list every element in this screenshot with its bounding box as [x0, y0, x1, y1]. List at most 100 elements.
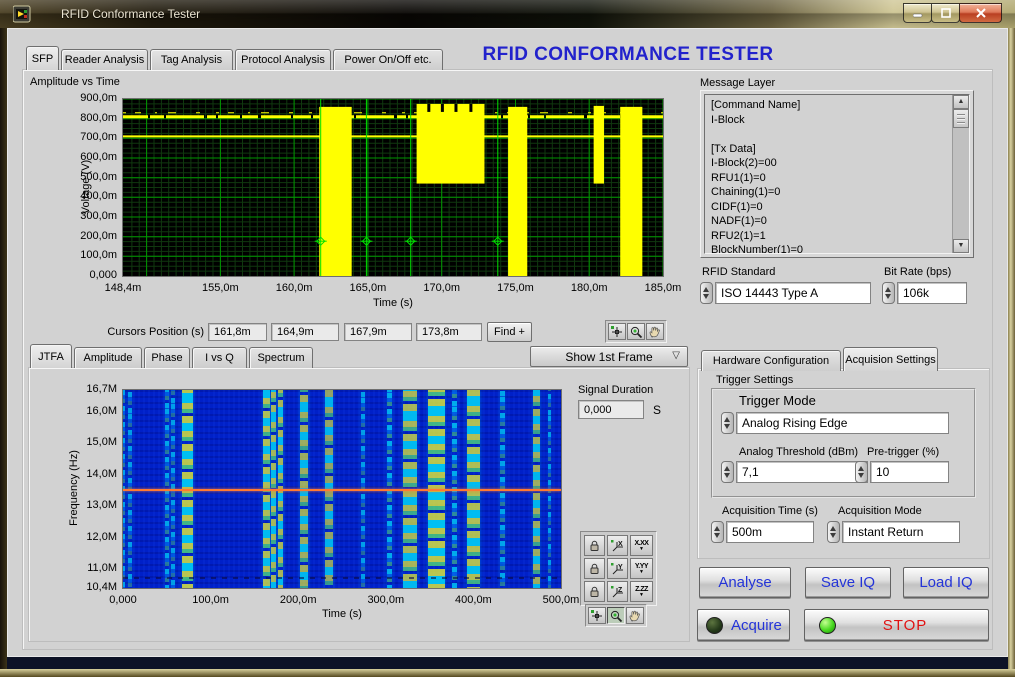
tab-amplitude[interactable]: Amplitude: [74, 347, 142, 368]
acquisition-time-spinner[interactable]: [711, 521, 724, 543]
format-x-button[interactable]: X.XX▼: [630, 535, 653, 556]
tab-spectrum[interactable]: Spectrum: [249, 347, 313, 368]
pretrigger-field[interactable]: 10: [870, 461, 949, 483]
tab-tag-analysis[interactable]: Tag Analysis: [150, 49, 233, 70]
jtfa-y-tick-label: 13,0M: [63, 499, 117, 511]
scroll-down-icon[interactable]: ▼: [953, 239, 969, 253]
amplitude-graph-label: Amplitude vs Time: [30, 76, 120, 88]
lock-x-axis-button[interactable]: [584, 535, 605, 556]
magnifier-icon: [629, 325, 643, 339]
hand-icon: [648, 325, 662, 339]
cursor-4-field[interactable]: 173,8m: [416, 323, 482, 341]
scroll-up-icon[interactable]: ▲: [953, 95, 969, 109]
jtfa-y-tick-label: 10,4M: [63, 581, 117, 593]
minimize-icon: [913, 8, 923, 18]
tab-reader-analysis[interactable]: Reader Analysis: [61, 49, 148, 70]
window-bottom-border: [0, 669, 1015, 677]
message-text[interactable]: [Command Name] I-Block [Tx Data] I-Block…: [705, 95, 952, 253]
amplitude-plot[interactable]: [122, 98, 664, 277]
svg-text:X: X: [618, 541, 623, 548]
jtfa-y-tick-label: 14,0M: [63, 468, 117, 480]
rfid-standard-spinner[interactable]: [700, 282, 713, 304]
acquire-button-label: Acquire: [731, 617, 782, 634]
tab-sfp[interactable]: SFP: [26, 46, 59, 70]
cursor-tool-button[interactable]: [588, 607, 606, 624]
acquisition-mode-field[interactable]: Instant Return: [842, 521, 960, 543]
cursor-3-field[interactable]: 167,9m: [344, 323, 412, 341]
signal-duration-label: Signal Duration: [578, 384, 653, 396]
tab-power-onoff[interactable]: Power On/Off etc.: [333, 49, 443, 70]
cursor-1-field[interactable]: 161,8m: [208, 323, 267, 341]
tab-i-vs-q[interactable]: I vs Q: [192, 347, 247, 368]
save-iq-button[interactable]: Save IQ: [805, 567, 891, 598]
lock-y-axis-button[interactable]: [584, 558, 605, 579]
maximize-button[interactable]: [931, 3, 960, 23]
close-button[interactable]: [959, 3, 1002, 23]
analyse-button[interactable]: Analyse: [699, 567, 791, 598]
format-y-button[interactable]: Y.YY▼: [630, 558, 653, 579]
pan-tool-button[interactable]: [626, 607, 644, 624]
autoscale-y-button[interactable]: Y: [607, 558, 628, 579]
frame-selector-dropdown[interactable]: Show 1st Frame ▽: [530, 346, 688, 367]
amp-x-tick-label: 148,4m: [91, 282, 155, 294]
lock-icon: [588, 539, 601, 552]
amp-y-tick-label: 400,0m: [63, 190, 117, 202]
titlebar[interactable]: RFID Conformance Tester: [0, 0, 1015, 28]
jtfa-x-tick-label: 200,0m: [266, 594, 330, 606]
amp-x-tick-label: 160,0m: [262, 282, 326, 294]
window-right-border: [1008, 28, 1015, 669]
acquisition-mode-spinner[interactable]: [827, 521, 840, 543]
scrollbar-thumb[interactable]: [953, 109, 969, 128]
rfid-conformance-tester-window: RFID Conformance Tester SFP Reader Analy…: [0, 0, 1015, 677]
analog-threshold-field[interactable]: 7,1: [736, 461, 868, 483]
jtfa-graph-palette: [585, 604, 647, 627]
acquisition-time-field[interactable]: 500m: [726, 521, 814, 543]
cursor-2-field[interactable]: 164,9m: [271, 323, 339, 341]
trigger-mode-spinner[interactable]: [721, 412, 734, 434]
tab-jtfa[interactable]: JTFA: [30, 344, 72, 368]
carrier-frequency-line: [123, 489, 561, 491]
format-z-button[interactable]: Z.ZZ▼: [630, 581, 653, 602]
load-iq-button-label: Load IQ: [919, 574, 972, 591]
cursor-tool-button[interactable]: [608, 323, 626, 340]
save-iq-button-label: Save IQ: [821, 574, 875, 591]
bit-rate-spinner[interactable]: [882, 282, 895, 304]
load-iq-button[interactable]: Load IQ: [903, 567, 989, 598]
analog-threshold-spinner[interactable]: [721, 461, 734, 483]
message-scrollbar[interactable]: ▲ ▼: [952, 95, 969, 253]
rfid-standard-field[interactable]: ISO 14443 Type A: [715, 282, 871, 304]
autoscale-x-button[interactable]: X: [607, 535, 628, 556]
amp-y-tick-label: 500,0m: [63, 171, 117, 183]
trigger-settings-label: Trigger Settings: [716, 374, 793, 386]
jtfa-y-tick-label: 11,0M: [63, 562, 117, 574]
jtfa-y-tick-label: 16,7M: [63, 383, 117, 395]
tab-protocol-analysis[interactable]: Protocol Analysis: [235, 49, 331, 70]
tab-acquisition-settings[interactable]: Acquision Settings: [843, 347, 938, 371]
stop-button[interactable]: STOP: [804, 609, 989, 641]
scrollbar-track[interactable]: [953, 128, 969, 239]
jtfa-spectrogram-plot[interactable]: [122, 389, 562, 589]
signal-duration-unit: S: [653, 403, 661, 417]
page-title: RFID CONFORMANCE TESTER: [468, 44, 788, 66]
tab-hardware-configuration[interactable]: Hardware Configuration: [701, 350, 841, 371]
signal-duration-field[interactable]: 0,000: [578, 400, 644, 419]
minimize-button[interactable]: [903, 3, 932, 23]
bit-rate-field[interactable]: 106k: [897, 282, 967, 304]
pretrigger-spinner[interactable]: [855, 461, 868, 483]
message-layer-label: Message Layer: [700, 77, 775, 89]
jtfa-x-tick-label: 500,0m: [529, 594, 593, 606]
amp-y-tick-label: 800,0m: [63, 112, 117, 124]
autoscale-z-button[interactable]: Z: [607, 581, 628, 602]
find-cursor-button[interactable]: Find +: [487, 322, 532, 342]
rfid-standard-label: RFID Standard: [702, 266, 775, 278]
spectrogram-faint-line: [123, 577, 561, 579]
pretrigger-label: Pre-trigger (%): [867, 446, 939, 458]
stop-button-label: STOP: [844, 617, 966, 634]
acquire-button[interactable]: Acquire: [697, 609, 790, 641]
pan-tool-button[interactable]: [646, 323, 664, 340]
zoom-tool-button[interactable]: [607, 607, 625, 624]
zoom-tool-button[interactable]: [627, 323, 645, 340]
trigger-mode-field[interactable]: Analog Rising Edge: [736, 412, 949, 434]
tab-phase[interactable]: Phase: [144, 347, 190, 368]
dropdown-arrow-icon: ▽: [672, 350, 680, 361]
